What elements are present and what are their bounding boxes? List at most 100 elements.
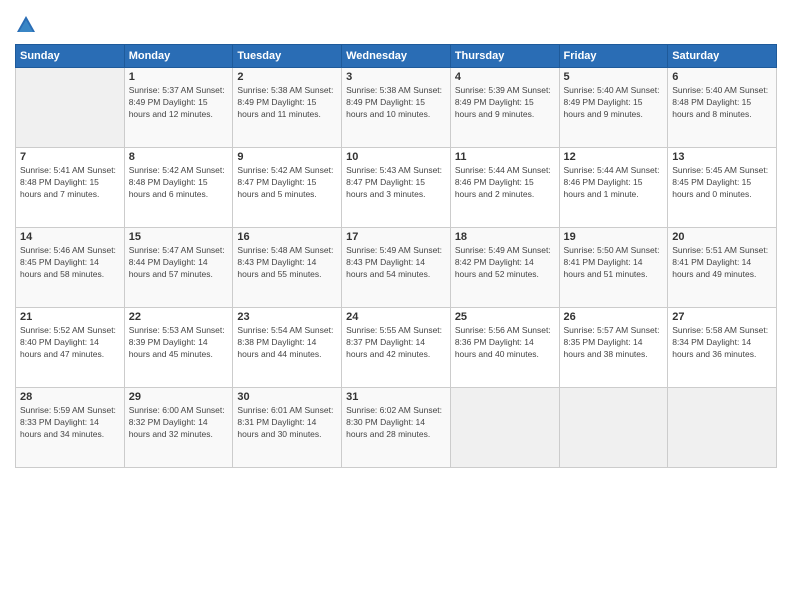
calendar-cell: 6 Sunrise: 5:40 AM Sunset: 8:48 PM Daylig… [668, 68, 777, 148]
cell-info: Sunrise: 5:44 AM Sunset: 8:46 PM Dayligh… [564, 165, 664, 201]
header [15, 10, 777, 36]
day-number: 17 [346, 231, 446, 243]
cell-info: Sunrise: 5:45 AM Sunset: 8:45 PM Dayligh… [672, 165, 772, 201]
day-number: 19 [564, 231, 664, 243]
logo-icon [15, 14, 37, 36]
cell-info: Sunrise: 5:38 AM Sunset: 8:49 PM Dayligh… [237, 85, 337, 121]
day-number: 9 [237, 151, 337, 163]
day-number: 6 [672, 71, 772, 83]
cell-info: Sunrise: 5:38 AM Sunset: 8:49 PM Dayligh… [346, 85, 446, 121]
cell-info: Sunrise: 5:40 AM Sunset: 8:48 PM Dayligh… [672, 85, 772, 121]
day-number: 12 [564, 151, 664, 163]
header-row: SundayMondayTuesdayWednesdayThursdayFrid… [16, 45, 777, 68]
week-row: 1 Sunrise: 5:37 AM Sunset: 8:49 PM Daylig… [16, 68, 777, 148]
day-number: 3 [346, 71, 446, 83]
calendar-cell: 20Sunrise: 5:51 AM Sunset: 8:41 PM Dayli… [668, 228, 777, 308]
day-number: 16 [237, 231, 337, 243]
calendar-cell: 17 Sunrise: 5:49 AM Sunset: 8:43 PM Dayli… [342, 228, 451, 308]
calendar-cell: 31Sunrise: 6:02 AM Sunset: 8:30 PM Dayli… [342, 388, 451, 468]
calendar-cell: 10 Sunrise: 5:43 AM Sunset: 8:47 PM Dayli… [342, 148, 451, 228]
cell-info: Sunrise: 5:50 AM Sunset: 8:41 PM Dayligh… [564, 245, 664, 281]
day-number: 2 [237, 71, 337, 83]
calendar-cell: 13 Sunrise: 5:45 AM Sunset: 8:45 PM Dayli… [668, 148, 777, 228]
day-header: Wednesday [342, 45, 451, 68]
cell-info: Sunrise: 5:47 AM Sunset: 8:44 PM Dayligh… [129, 245, 229, 281]
cell-info: Sunrise: 5:59 AM Sunset: 8:33 PM Dayligh… [20, 405, 120, 441]
calendar-cell: 7 Sunrise: 5:41 AM Sunset: 8:48 PM Daylig… [16, 148, 125, 228]
day-number: 5 [564, 71, 664, 83]
cell-info: Sunrise: 5:56 AM Sunset: 8:36 PM Dayligh… [455, 325, 555, 361]
cell-info: Sunrise: 5:40 AM Sunset: 8:49 PM Dayligh… [564, 85, 664, 121]
cell-info: Sunrise: 5:53 AM Sunset: 8:39 PM Dayligh… [129, 325, 229, 361]
cell-info: Sunrise: 5:54 AM Sunset: 8:38 PM Dayligh… [237, 325, 337, 361]
calendar-cell: 4 Sunrise: 5:39 AM Sunset: 8:49 PM Daylig… [450, 68, 559, 148]
cell-info: Sunrise: 5:44 AM Sunset: 8:46 PM Dayligh… [455, 165, 555, 201]
cell-info: Sunrise: 6:00 AM Sunset: 8:32 PM Dayligh… [129, 405, 229, 441]
day-header: Sunday [16, 45, 125, 68]
calendar-cell: 16 Sunrise: 5:48 AM Sunset: 8:43 PM Dayli… [233, 228, 342, 308]
day-number: 24 [346, 311, 446, 323]
day-number: 1 [129, 71, 229, 83]
cell-info: Sunrise: 5:46 AM Sunset: 8:45 PM Dayligh… [20, 245, 120, 281]
calendar-cell: 27 Sunrise: 5:58 AM Sunset: 8:34 PM Dayli… [668, 308, 777, 388]
week-row: 14 Sunrise: 5:46 AM Sunset: 8:45 PM Dayli… [16, 228, 777, 308]
calendar-cell: 14 Sunrise: 5:46 AM Sunset: 8:45 PM Dayli… [16, 228, 125, 308]
cell-info: Sunrise: 5:57 AM Sunset: 8:35 PM Dayligh… [564, 325, 664, 361]
cell-info: Sunrise: 5:49 AM Sunset: 8:42 PM Dayligh… [455, 245, 555, 281]
day-number: 7 [20, 151, 120, 163]
calendar-cell: 21Sunrise: 5:52 AM Sunset: 8:40 PM Dayli… [16, 308, 125, 388]
calendar-cell: 2 Sunrise: 5:38 AM Sunset: 8:49 PM Daylig… [233, 68, 342, 148]
day-number: 15 [129, 231, 229, 243]
calendar-cell: 9 Sunrise: 5:42 AM Sunset: 8:47 PM Daylig… [233, 148, 342, 228]
day-number: 13 [672, 151, 772, 163]
cell-info: Sunrise: 5:39 AM Sunset: 8:49 PM Dayligh… [455, 85, 555, 121]
day-header: Tuesday [233, 45, 342, 68]
day-number: 30 [237, 391, 337, 403]
cell-info: Sunrise: 5:41 AM Sunset: 8:48 PM Dayligh… [20, 165, 120, 201]
calendar-cell: 25 Sunrise: 5:56 AM Sunset: 8:36 PM Dayli… [450, 308, 559, 388]
cell-info: Sunrise: 5:52 AM Sunset: 8:40 PM Dayligh… [20, 325, 120, 361]
calendar-cell: 5 Sunrise: 5:40 AM Sunset: 8:49 PM Daylig… [559, 68, 668, 148]
calendar-cell: 15 Sunrise: 5:47 AM Sunset: 8:44 PM Dayli… [124, 228, 233, 308]
day-number: 27 [672, 311, 772, 323]
calendar-cell: 26Sunrise: 5:57 AM Sunset: 8:35 PM Dayli… [559, 308, 668, 388]
calendar-cell: 28 Sunrise: 5:59 AM Sunset: 8:33 PM Dayli… [16, 388, 125, 468]
day-number: 14 [20, 231, 120, 243]
day-number: 4 [455, 71, 555, 83]
cell-info: Sunrise: 5:37 AM Sunset: 8:49 PM Dayligh… [129, 85, 229, 121]
week-row: 28 Sunrise: 5:59 AM Sunset: 8:33 PM Dayli… [16, 388, 777, 468]
cell-info: Sunrise: 5:42 AM Sunset: 8:48 PM Dayligh… [129, 165, 229, 201]
week-row: 21Sunrise: 5:52 AM Sunset: 8:40 PM Dayli… [16, 308, 777, 388]
calendar-table: SundayMondayTuesdayWednesdayThursdayFrid… [15, 44, 777, 468]
day-number: 22 [129, 311, 229, 323]
calendar-cell: 22 Sunrise: 5:53 AM Sunset: 8:39 PM Dayli… [124, 308, 233, 388]
calendar-cell: 19 Sunrise: 5:50 AM Sunset: 8:41 PM Dayli… [559, 228, 668, 308]
cell-info: Sunrise: 5:58 AM Sunset: 8:34 PM Dayligh… [672, 325, 772, 361]
cell-info: Sunrise: 5:43 AM Sunset: 8:47 PM Dayligh… [346, 165, 446, 201]
day-number: 23 [237, 311, 337, 323]
day-number: 25 [455, 311, 555, 323]
cell-info: Sunrise: 5:49 AM Sunset: 8:43 PM Dayligh… [346, 245, 446, 281]
day-number: 20 [672, 231, 772, 243]
day-number: 10 [346, 151, 446, 163]
calendar-cell [559, 388, 668, 468]
day-number: 28 [20, 391, 120, 403]
cell-info: Sunrise: 5:42 AM Sunset: 8:47 PM Dayligh… [237, 165, 337, 201]
calendar-cell: 12 Sunrise: 5:44 AM Sunset: 8:46 PM Dayli… [559, 148, 668, 228]
calendar-cell: 3 Sunrise: 5:38 AM Sunset: 8:49 PM Daylig… [342, 68, 451, 148]
calendar-cell: 24Sunrise: 5:55 AM Sunset: 8:37 PM Dayli… [342, 308, 451, 388]
calendar-page: SundayMondayTuesdayWednesdayThursdayFrid… [0, 0, 792, 612]
calendar-cell [668, 388, 777, 468]
calendar-cell [16, 68, 125, 148]
day-header: Thursday [450, 45, 559, 68]
calendar-cell: 1 Sunrise: 5:37 AM Sunset: 8:49 PM Daylig… [124, 68, 233, 148]
cell-info: Sunrise: 5:48 AM Sunset: 8:43 PM Dayligh… [237, 245, 337, 281]
calendar-cell: 29Sunrise: 6:00 AM Sunset: 8:32 PM Dayli… [124, 388, 233, 468]
week-row: 7 Sunrise: 5:41 AM Sunset: 8:48 PM Daylig… [16, 148, 777, 228]
calendar-cell: 23 Sunrise: 5:54 AM Sunset: 8:38 PM Dayli… [233, 308, 342, 388]
day-number: 8 [129, 151, 229, 163]
day-number: 31 [346, 391, 446, 403]
day-header: Monday [124, 45, 233, 68]
day-header: Friday [559, 45, 668, 68]
calendar-cell: 8 Sunrise: 5:42 AM Sunset: 8:48 PM Daylig… [124, 148, 233, 228]
